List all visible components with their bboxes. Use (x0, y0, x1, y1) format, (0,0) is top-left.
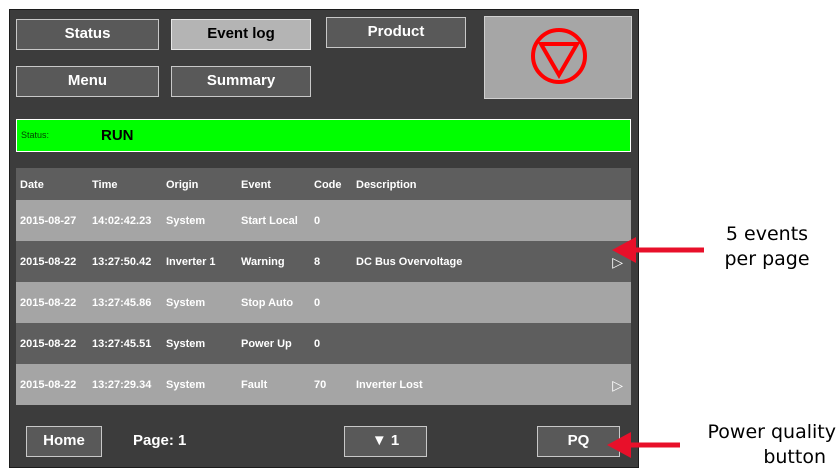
annotation-events-line1: 5 events (725, 223, 809, 245)
cell-event: Power Up (241, 338, 292, 350)
column-header-origin: Origin (166, 179, 199, 191)
cell-event: Stop Auto (241, 297, 294, 309)
table-header: Date Time Origin Event Code Description (16, 168, 631, 200)
menu-button[interactable]: Menu (16, 66, 159, 97)
page-indicator: Page: 1 (133, 432, 187, 449)
annotation-events-line2: per page (724, 248, 810, 270)
annotation-pq-line2: button (763, 446, 826, 468)
event-table: Date Time Origin Event Code Description … (16, 168, 631, 405)
table-row[interactable]: 2015-08-27 14:02:42.23 System Start Loca… (16, 200, 631, 241)
cell-code: 0 (314, 215, 321, 227)
cell-origin: System (166, 215, 206, 227)
cell-date: 2015-08-22 (20, 297, 77, 309)
cell-time: 14:02:42.23 (92, 215, 152, 227)
cell-origin: System (166, 297, 206, 309)
home-button[interactable]: Home (26, 426, 102, 457)
play-outline-icon[interactable]: ▷ (612, 254, 623, 271)
annotation-pq-line1: Power quality (707, 421, 836, 443)
annotation-events-per-page: 5 events per page (706, 222, 828, 272)
cell-origin: System (166, 379, 206, 391)
status-bar: Status: RUN (16, 119, 631, 152)
pq-button[interactable]: PQ (537, 426, 620, 457)
annotation-pq-button: Power quality button (670, 420, 836, 470)
cell-date: 2015-08-22 (20, 256, 77, 268)
cell-date: 2015-08-22 (20, 338, 77, 350)
cell-date: 2015-08-22 (20, 379, 77, 391)
status-value: RUN (101, 127, 134, 144)
cell-origin: System (166, 338, 206, 350)
cell-date: 2015-08-27 (20, 215, 77, 227)
cell-time: 13:27:50.42 (92, 256, 152, 268)
cell-time: 13:27:45.86 (92, 297, 152, 309)
summary-button[interactable]: Summary (171, 66, 311, 97)
page-select-button[interactable]: ▼ 1 (344, 426, 427, 457)
column-header-date: Date (20, 179, 44, 191)
cell-code: 70 (314, 379, 327, 391)
table-row[interactable]: 2015-08-22 13:27:50.42 Inverter 1 Warnin… (16, 241, 631, 282)
stop-button[interactable] (484, 16, 632, 99)
table-row[interactable]: 2015-08-22 13:27:29.34 System Fault 70 I… (16, 364, 631, 405)
cell-origin: Inverter 1 (166, 256, 216, 268)
cell-code: 8 (314, 256, 321, 268)
cell-description: Inverter Lost (356, 379, 423, 391)
cell-event: Warning (241, 256, 285, 268)
column-header-code: Code (314, 179, 342, 191)
cell-event: Fault (241, 379, 268, 391)
event-log-button[interactable]: Event log (171, 19, 311, 50)
product-button[interactable]: Product (326, 17, 466, 48)
play-outline-icon[interactable]: ▷ (612, 377, 623, 394)
status-button[interactable]: Status (16, 19, 159, 50)
column-header-time: Time (92, 179, 118, 191)
cell-time: 13:27:29.34 (92, 379, 152, 391)
status-label: Status: (21, 130, 50, 140)
stop-circle-triangle-icon (531, 28, 587, 84)
table-row[interactable]: 2015-08-22 13:27:45.86 System Stop Auto … (16, 282, 631, 323)
cell-description: DC Bus Overvoltage (356, 256, 463, 268)
cell-code: 0 (314, 297, 321, 309)
table-row[interactable]: 2015-08-22 13:27:45.51 System Power Up 0 (16, 323, 631, 364)
cell-time: 13:27:45.51 (92, 338, 152, 350)
column-header-description: Description (356, 179, 417, 191)
cell-event: Start Local (241, 215, 298, 227)
column-header-event: Event (241, 179, 271, 191)
cell-code: 0 (314, 338, 321, 350)
